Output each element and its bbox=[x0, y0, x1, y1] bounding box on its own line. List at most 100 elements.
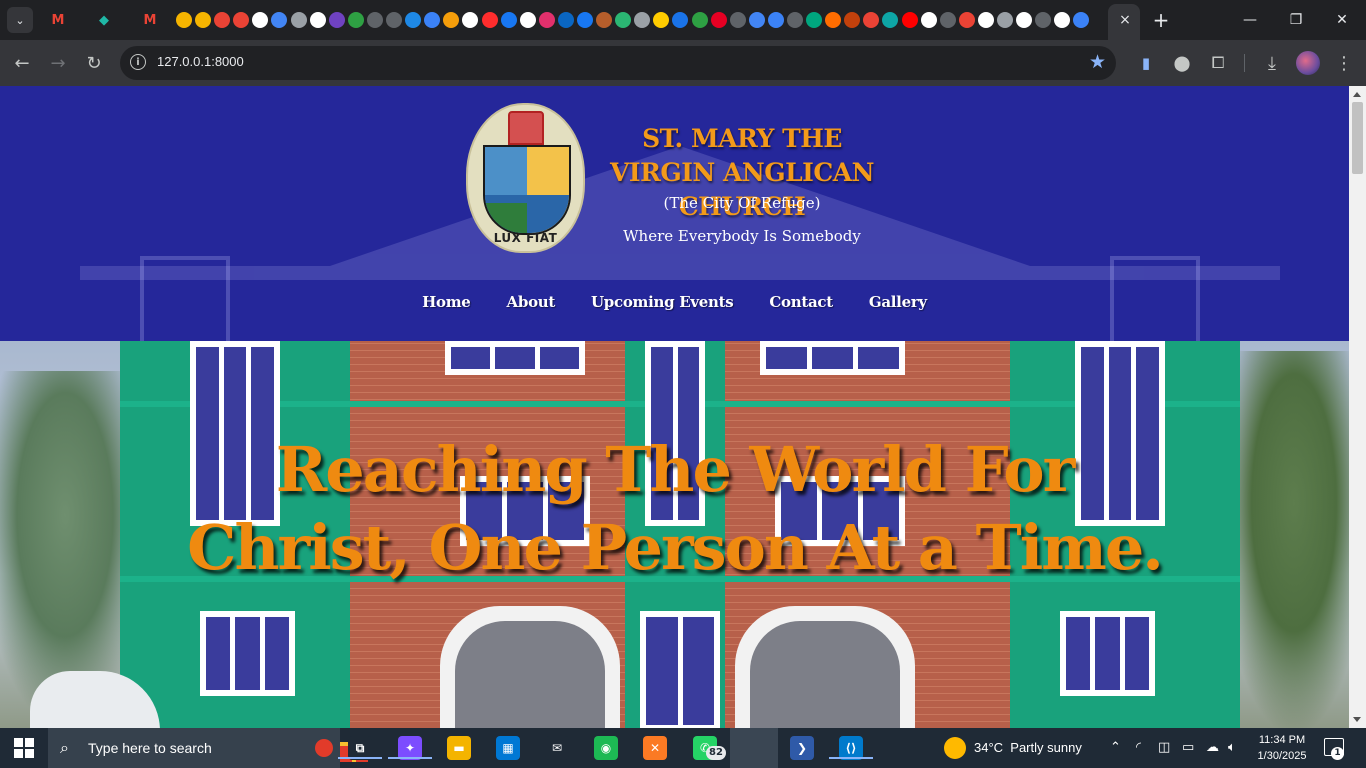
tab-favicon[interactable] bbox=[195, 12, 212, 28]
new-tab-button[interactable]: + bbox=[1150, 8, 1172, 32]
tab-favicon[interactable] bbox=[1054, 12, 1071, 28]
nav-about[interactable]: About bbox=[507, 293, 556, 311]
file-explorer-taskbar-icon[interactable]: ▬ bbox=[447, 736, 471, 760]
task-view-taskbar-icon[interactable]: ⧉ bbox=[338, 736, 382, 760]
tab-favicon[interactable] bbox=[672, 12, 689, 28]
site-info-icon[interactable]: i bbox=[130, 54, 146, 70]
tab-favicon[interactable] bbox=[710, 12, 727, 28]
tab-favicon[interactable] bbox=[347, 12, 364, 28]
tab-favicon[interactable] bbox=[386, 12, 403, 28]
volume-icon[interactable]: 🔈︎ bbox=[1228, 740, 1236, 755]
close-icon[interactable]: × bbox=[1115, 10, 1135, 30]
scrollbar[interactable] bbox=[1349, 86, 1366, 728]
menu-kebab-icon[interactable]: ⋮ bbox=[1332, 51, 1356, 75]
tab-favicon[interactable] bbox=[729, 12, 746, 28]
reload-icon[interactable]: ↻ bbox=[82, 51, 106, 75]
bookmark-star-icon[interactable]: ★ bbox=[1089, 51, 1106, 73]
tab-favicon[interactable] bbox=[787, 12, 803, 28]
tab-favicon[interactable] bbox=[481, 12, 498, 28]
tab-favicon[interactable] bbox=[500, 12, 517, 28]
vscode-taskbar-icon[interactable]: ⟨⟩ bbox=[829, 736, 873, 760]
pinned-tab[interactable]: ◆ bbox=[94, 10, 114, 30]
powershell-taskbar-icon[interactable]: ❯ bbox=[790, 736, 814, 760]
tab-favicon[interactable] bbox=[653, 12, 670, 28]
tab-favicon[interactable] bbox=[863, 12, 880, 28]
scrollbar-thumb[interactable] bbox=[1352, 102, 1363, 174]
tab-favicon[interactable] bbox=[233, 12, 250, 28]
tab-favicon[interactable] bbox=[1073, 12, 1090, 28]
scroll-down-arrow[interactable] bbox=[1353, 717, 1361, 722]
tab-favicon[interactable] bbox=[767, 12, 784, 28]
scroll-up-arrow[interactable] bbox=[1353, 92, 1361, 97]
tab-favicon[interactable] bbox=[557, 12, 574, 28]
tab-favicon[interactable] bbox=[271, 12, 288, 28]
system-clock[interactable]: 11:34 PM 1/30/2025 bbox=[1254, 732, 1310, 764]
tab-favicon[interactable] bbox=[576, 12, 593, 28]
url-text[interactable]: 127.0.0.1:8000 bbox=[157, 54, 244, 69]
forward-icon[interactable]: → bbox=[46, 51, 70, 75]
tab-favicon[interactable] bbox=[1035, 12, 1052, 28]
reading-list-icon[interactable]: ▮ bbox=[1134, 51, 1158, 75]
tab-favicon[interactable] bbox=[939, 12, 956, 28]
back-icon[interactable]: ← bbox=[10, 51, 34, 75]
tab-favicon[interactable] bbox=[596, 12, 613, 28]
tab-favicon[interactable] bbox=[825, 12, 842, 28]
microsoft-store-taskbar-icon[interactable]: ▦ bbox=[496, 736, 520, 760]
taskbar-search[interactable]: ⌕ Type here to search bbox=[48, 728, 368, 768]
chevron-up-icon[interactable]: ⌃ bbox=[1110, 740, 1121, 755]
tab-favicon[interactable] bbox=[538, 12, 555, 28]
nav-upcoming-events[interactable]: Upcoming Events bbox=[591, 293, 734, 311]
tab-favicon[interactable] bbox=[519, 12, 536, 28]
tab-favicon[interactable] bbox=[634, 12, 651, 28]
windows-start-button[interactable] bbox=[14, 738, 34, 758]
tab-favicon[interactable] bbox=[901, 12, 918, 28]
tab-favicon[interactable] bbox=[252, 12, 269, 28]
tab-favicon[interactable] bbox=[309, 12, 326, 28]
tab-favicon[interactable] bbox=[615, 12, 632, 28]
tab-favicon[interactable] bbox=[844, 12, 861, 28]
mail-taskbar-icon[interactable]: ✉ bbox=[545, 736, 569, 760]
puzzle-extensions-icon[interactable]: ⧠ bbox=[1206, 51, 1230, 75]
church-logo[interactable]: LUX FIAT bbox=[466, 103, 585, 253]
xampp-taskbar-icon[interactable]: ✕ bbox=[643, 736, 667, 760]
battery-icon[interactable]: ▭ bbox=[1182, 740, 1194, 755]
weather-icon[interactable] bbox=[944, 737, 966, 759]
avatar[interactable] bbox=[1296, 51, 1320, 75]
tab-favicon[interactable] bbox=[328, 12, 345, 28]
tab-favicon[interactable] bbox=[882, 12, 899, 28]
close-window-button[interactable]: ✕ bbox=[1330, 8, 1354, 32]
nav-home[interactable]: Home bbox=[422, 293, 471, 311]
minimize-button[interactable]: — bbox=[1238, 8, 1262, 32]
download-icon[interactable]: ⤓ bbox=[1260, 51, 1284, 75]
network-icon[interactable]: ◜ bbox=[1136, 740, 1141, 755]
tab-favicon[interactable] bbox=[462, 12, 479, 28]
pinned-tab[interactable]: M bbox=[48, 10, 68, 30]
nav-gallery[interactable]: Gallery bbox=[869, 293, 927, 311]
address-bar[interactable]: i 127.0.0.1:8000 ★ bbox=[120, 46, 1116, 80]
copilot-taskbar-icon[interactable]: ✦ bbox=[388, 736, 432, 760]
camera-icon[interactable]: ◫ bbox=[1158, 740, 1170, 755]
weather-widget[interactable]: 34°C Partly sunny bbox=[974, 740, 1082, 755]
tab-favicon[interactable] bbox=[214, 12, 231, 28]
pinned-tab[interactable]: M bbox=[140, 10, 160, 30]
spotify-taskbar-icon[interactable]: ◉ bbox=[594, 736, 618, 760]
tab-favicon[interactable] bbox=[958, 12, 975, 28]
tab-favicon[interactable] bbox=[366, 12, 383, 28]
nav-contact[interactable]: Contact bbox=[769, 293, 833, 311]
tab-favicon[interactable] bbox=[977, 12, 994, 28]
tab-favicon[interactable] bbox=[424, 12, 441, 28]
tab-favicon[interactable] bbox=[806, 12, 823, 28]
tab-favicon[interactable] bbox=[920, 12, 937, 28]
tab-search-button[interactable]: ⌄ bbox=[7, 7, 33, 33]
tab-favicon[interactable] bbox=[1016, 12, 1033, 28]
tab-favicon[interactable] bbox=[405, 12, 422, 28]
tab-favicon[interactable] bbox=[290, 12, 307, 28]
tab-favicon[interactable] bbox=[176, 12, 192, 28]
cloud-icon[interactable]: ☁ bbox=[1206, 740, 1219, 755]
tab-favicon[interactable] bbox=[691, 12, 708, 28]
tab-favicon[interactable] bbox=[443, 12, 460, 28]
tab-favicon[interactable] bbox=[997, 12, 1014, 28]
restore-button[interactable]: ❐ bbox=[1284, 8, 1308, 32]
tab-favicon[interactable] bbox=[748, 12, 765, 28]
extension-icon[interactable]: ⬤ bbox=[1170, 51, 1194, 75]
